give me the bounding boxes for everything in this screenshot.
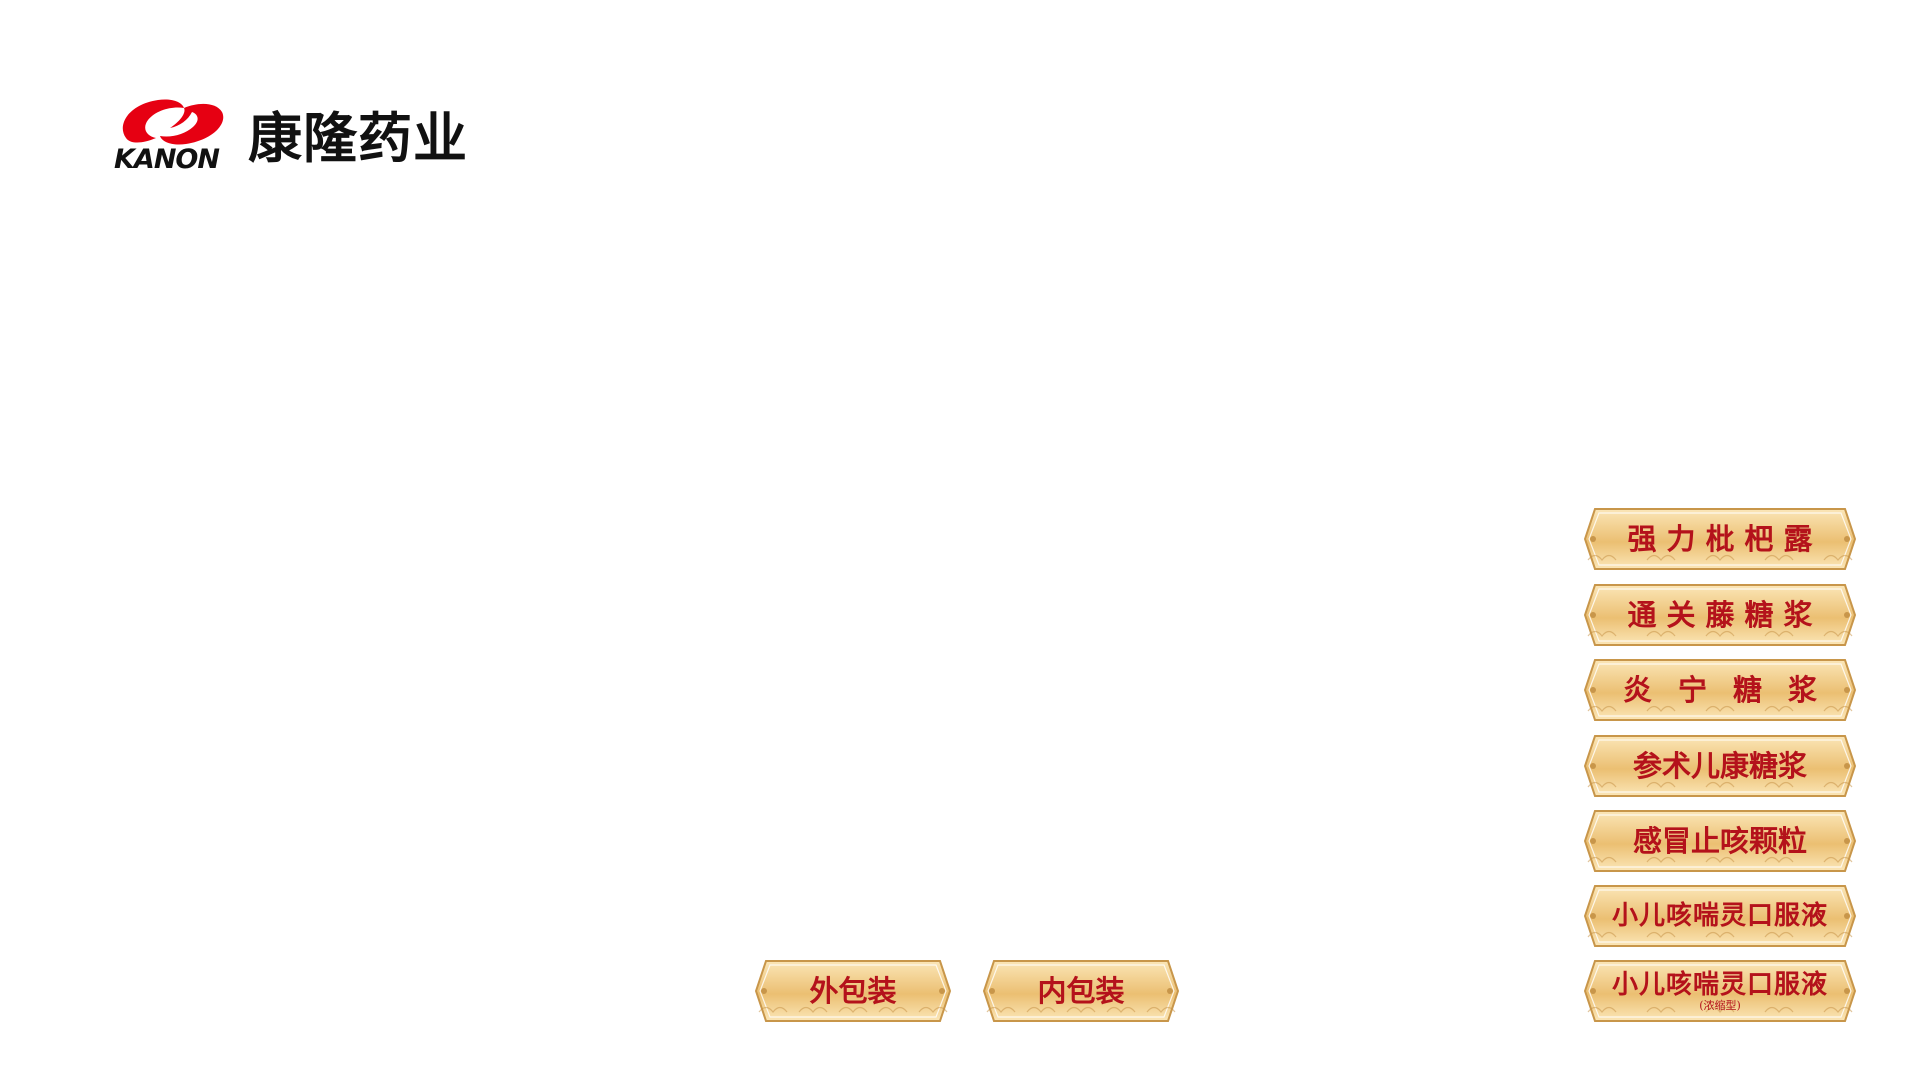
product-button-xiaoer-kechuanling[interactable]: 小儿咳喘灵口服液 — [1584, 885, 1856, 947]
product-button-label: 通关藤糖浆 — [1627, 597, 1823, 632]
product-button-ganmao-zhike-keli[interactable]: 感冒止咳颗粒 — [1584, 810, 1856, 872]
product-button-yanning-tangjiang[interactable]: 炎宁糖浆 — [1584, 659, 1856, 721]
product-button-main-label: 小儿咳喘灵口服液 — [1611, 969, 1828, 1000]
product-button-qiangli-pipalu[interactable]: 强力枇杷露 — [1584, 508, 1856, 570]
product-button-label: 小儿咳喘灵口服液 (浓缩型) — [1584, 960, 1856, 1022]
brand-name-cn: 康隆药业 — [248, 107, 468, 170]
product-button-label: 小儿咳喘灵口服液 — [1611, 901, 1828, 931]
inner-packaging-button[interactable]: 内包装 — [983, 960, 1179, 1022]
product-button-label: 强力枇杷露 — [1627, 521, 1823, 556]
product-button-label: 炎宁糖浆 — [1622, 672, 1843, 707]
brand-name-en: KANON — [114, 144, 220, 175]
product-button-sub-label: (浓缩型) — [1699, 998, 1741, 1012]
inner-packaging-label: 内包装 — [1037, 973, 1125, 1008]
outer-packaging-button[interactable]: 外包装 — [755, 960, 951, 1022]
brand-logo: KANON 康隆药业 — [112, 94, 502, 176]
product-button-tongguanteng-tangjiang[interactable]: 通关藤糖浆 — [1584, 584, 1856, 646]
product-button-xiaoer-kechuanling-concentrated[interactable]: 小儿咳喘灵口服液 (浓缩型) — [1584, 960, 1856, 1022]
page: KANON 康隆药业 强力枇杷露 通关藤糖浆 炎宁糖浆 参术儿康糖浆 感冒止咳颗… — [0, 0, 1920, 1080]
outer-packaging-label: 外包装 — [809, 973, 897, 1008]
product-button-label: 参术儿康糖浆 — [1632, 748, 1807, 783]
product-button-shenzhu-erkang-tangjiang[interactable]: 参术儿康糖浆 — [1584, 735, 1856, 797]
product-button-label: 感冒止咳颗粒 — [1632, 823, 1807, 858]
